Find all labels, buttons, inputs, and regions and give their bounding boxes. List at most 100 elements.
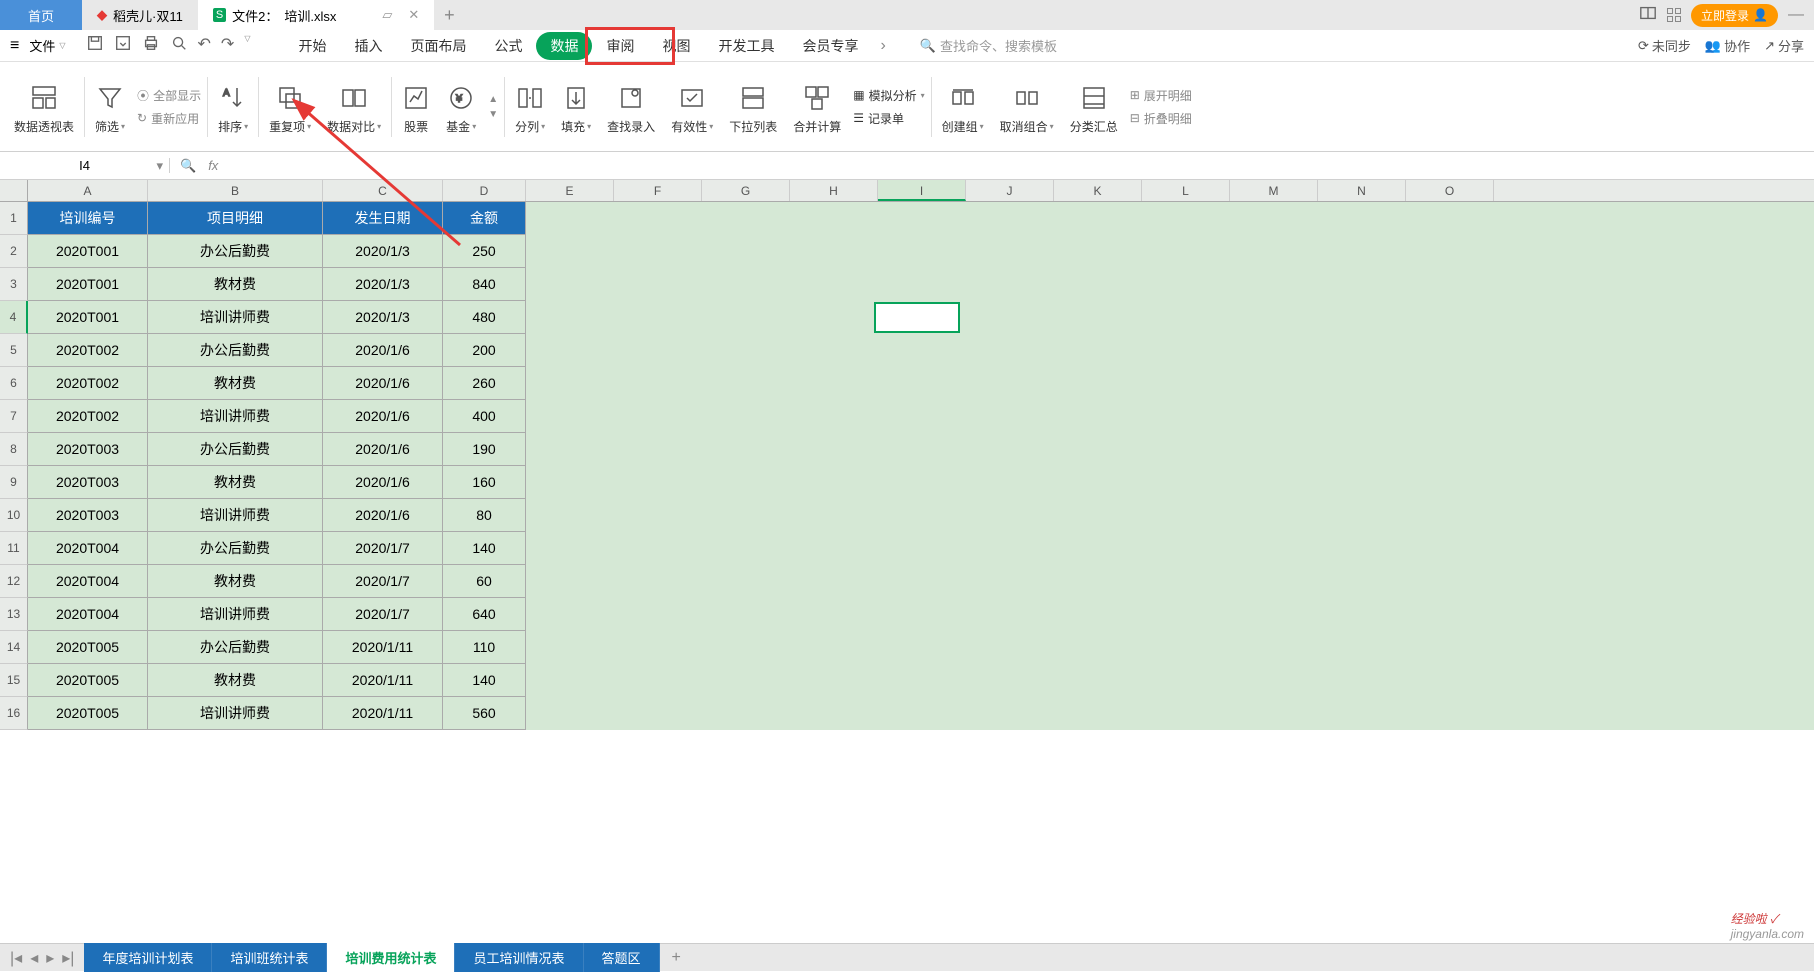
data-cell[interactable]: 2020T005 — [28, 664, 148, 697]
data-cell[interactable]: 190 — [443, 433, 526, 466]
select-all-corner[interactable] — [0, 180, 28, 201]
cells-area[interactable]: 培训编号项目明细发生日期金额 2020T001办公后勤费2020/1/32502… — [28, 202, 1814, 730]
hamburger-icon[interactable]: ≡ — [10, 37, 19, 55]
compare-button[interactable]: 数据对比▾ — [319, 67, 389, 147]
data-cell[interactable]: 2020/1/6 — [323, 466, 443, 499]
data-cell[interactable]: 办公后勤费 — [148, 235, 323, 268]
col-header-B[interactable]: B — [148, 180, 323, 201]
col-header-H[interactable]: H — [790, 180, 878, 201]
data-cell[interactable]: 培训讲师费 — [148, 400, 323, 433]
row-header-11[interactable]: 11 — [0, 532, 28, 565]
fund-button[interactable]: ¥ 基金▾ — [438, 67, 484, 147]
sheet-prev-icon[interactable]: ◂ — [30, 948, 38, 968]
zoom-icon[interactable]: 🔍 — [180, 158, 196, 174]
duplicate-button[interactable]: 重复项▾ — [261, 67, 319, 147]
add-sheet-button[interactable]: + — [660, 949, 693, 967]
data-cell[interactable]: 2020T001 — [28, 235, 148, 268]
refresh-down-icon[interactable]: ▼ — [488, 109, 498, 120]
data-cell[interactable]: 80 — [443, 499, 526, 532]
row-header-14[interactable]: 14 — [0, 631, 28, 664]
app-tab-docer[interactable]: ◆ 稻壳儿·双11 — [82, 0, 198, 30]
add-tab-button[interactable]: + — [434, 0, 464, 30]
consolidate-button[interactable]: 合并计算 — [785, 67, 849, 147]
subtotal-button[interactable]: 分类汇总 — [1062, 67, 1126, 147]
row-header-13[interactable]: 13 — [0, 598, 28, 631]
data-cell[interactable]: 2020/1/6 — [323, 334, 443, 367]
data-cell[interactable]: 2020T003 — [28, 433, 148, 466]
data-cell[interactable]: 840 — [443, 268, 526, 301]
data-cell[interactable]: 办公后勤费 — [148, 532, 323, 565]
data-cell[interactable]: 培训讲师费 — [148, 301, 323, 334]
more-menu-icon[interactable]: › — [880, 37, 885, 55]
data-cell[interactable]: 2020T004 — [28, 565, 148, 598]
show-all-button[interactable]: ⦿全部显示 — [137, 87, 201, 104]
file-menu[interactable]: 文件 ▽ — [29, 36, 65, 55]
data-cell[interactable]: 2020/1/6 — [323, 367, 443, 400]
col-header-A[interactable]: A — [28, 180, 148, 201]
dropdown-button[interactable]: 下拉列表 — [721, 67, 785, 147]
row-header-9[interactable]: 9 — [0, 466, 28, 499]
col-header-L[interactable]: L — [1142, 180, 1230, 201]
apps-icon[interactable] — [1667, 8, 1681, 22]
sync-status[interactable]: ⟳ 未同步 — [1638, 36, 1691, 55]
sheet-next-icon[interactable]: ▸ — [46, 948, 54, 968]
data-cell[interactable]: 200 — [443, 334, 526, 367]
validity-button[interactable]: 有效性▾ — [663, 67, 721, 147]
data-cell[interactable]: 640 — [443, 598, 526, 631]
row-header-7[interactable]: 7 — [0, 400, 28, 433]
data-cell[interactable]: 2020T002 — [28, 334, 148, 367]
data-cell[interactable]: 培训讲师费 — [148, 499, 323, 532]
data-cell[interactable]: 2020/1/3 — [323, 301, 443, 334]
data-cell[interactable]: 140 — [443, 664, 526, 697]
col-header-C[interactable]: C — [323, 180, 443, 201]
header-cell[interactable]: 金额 — [443, 202, 526, 235]
data-cell[interactable]: 2020/1/3 — [323, 235, 443, 268]
col-header-M[interactable]: M — [1230, 180, 1318, 201]
data-cell[interactable]: 250 — [443, 235, 526, 268]
header-cell[interactable]: 项目明细 — [148, 202, 323, 235]
row-header-10[interactable]: 10 — [0, 499, 28, 532]
data-cell[interactable]: 2020T002 — [28, 400, 148, 433]
save-as-icon[interactable] — [114, 34, 132, 57]
preview-icon[interactable] — [170, 34, 188, 57]
row-header-8[interactable]: 8 — [0, 433, 28, 466]
data-cell[interactable]: 2020T004 — [28, 532, 148, 565]
data-cell[interactable]: 2020/1/6 — [323, 400, 443, 433]
sheet-tab-2[interactable]: 培训费用统计表 — [327, 943, 455, 972]
col-header-I[interactable]: I — [878, 180, 966, 201]
find-entry-button[interactable]: 查找录入 — [599, 67, 663, 147]
search-box[interactable]: 🔍 查找命令、搜索模板 — [920, 36, 1057, 55]
pivot-button[interactable]: 数据透视表 — [6, 67, 82, 147]
expand-button[interactable]: ⊞展开明细 — [1130, 87, 1192, 104]
row-header-4[interactable]: 4 — [0, 301, 28, 334]
split-button[interactable]: 分列▾ — [507, 67, 553, 147]
data-cell[interactable]: 400 — [443, 400, 526, 433]
record-button[interactable]: ☰记录单 — [853, 110, 924, 127]
data-cell[interactable]: 2020T004 — [28, 598, 148, 631]
row-header-6[interactable]: 6 — [0, 367, 28, 400]
collapse-button[interactable]: ⊟折叠明细 — [1130, 110, 1192, 127]
data-cell[interactable]: 培训讲师费 — [148, 697, 323, 730]
data-cell[interactable]: 2020/1/7 — [323, 598, 443, 631]
data-cell[interactable]: 办公后勤费 — [148, 631, 323, 664]
sheet-last-icon[interactable]: ▸| — [62, 948, 74, 968]
data-cell[interactable]: 2020T005 — [28, 697, 148, 730]
menu-tab-2[interactable]: 页面布局 — [396, 32, 480, 60]
data-cell[interactable]: 160 — [443, 466, 526, 499]
data-cell[interactable]: 2020/1/11 — [323, 664, 443, 697]
collab-button[interactable]: 👥 协作 — [1705, 36, 1750, 55]
row-header-2[interactable]: 2 — [0, 235, 28, 268]
data-cell[interactable]: 2020/1/7 — [323, 532, 443, 565]
sheet-tab-0[interactable]: 年度培训计划表 — [84, 943, 212, 972]
data-cell[interactable]: 560 — [443, 697, 526, 730]
data-cell[interactable]: 2020T003 — [28, 466, 148, 499]
fill-button[interactable]: 填充▾ — [553, 67, 599, 147]
col-header-K[interactable]: K — [1054, 180, 1142, 201]
share-button[interactable]: ↗ 分享 — [1764, 36, 1804, 55]
data-cell[interactable]: 教材费 — [148, 565, 323, 598]
data-cell[interactable]: 2020/1/11 — [323, 631, 443, 664]
close-tab-icon[interactable]: ✕ — [408, 7, 419, 23]
row-header-1[interactable]: 1 — [0, 202, 28, 235]
data-cell[interactable]: 2020T001 — [28, 268, 148, 301]
col-header-E[interactable]: E — [526, 180, 614, 201]
